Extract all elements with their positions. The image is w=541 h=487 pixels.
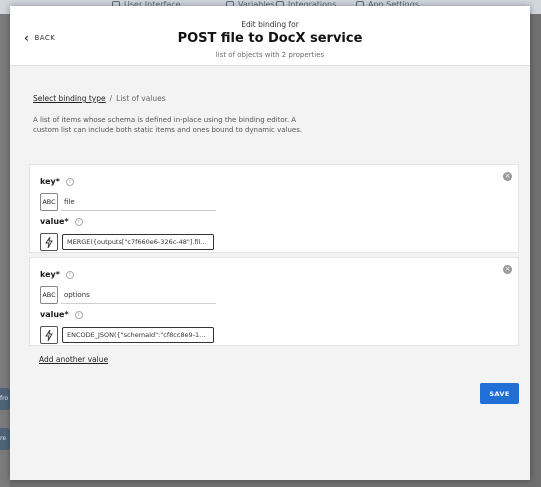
save-button[interactable]: SAVE [480,383,519,404]
value-label-text: value* [40,310,69,319]
breadcrumb-separator: / [109,94,113,103]
lightning-icon[interactable] [40,326,58,344]
value-expression-field[interactable]: ENCODE_JSON({"schemaId":"cf8cc8e9-1… [62,327,214,343]
text-type-icon[interactable]: ABC [40,193,58,211]
list-item: key* i × ABC value* i MERGE({outputs["c7… [29,164,519,253]
add-another-value-link[interactable]: Add another value [39,355,108,364]
text-type-icon[interactable]: ABC [40,286,58,304]
breadcrumb-select-binding-type[interactable]: Select binding type [33,94,106,103]
list-item: key* i × ABC value* i ENCODE_JSON({"sche… [29,257,519,346]
modal-title: POST file to DocX service [177,31,363,46]
modal-header: ‹ BACK Edit binding for POST file to Doc… [10,6,530,66]
background-chip: re [0,428,10,450]
modal-subtitle: list of objects with 2 properties [215,51,325,59]
value-label-text: value* [40,217,69,226]
key-label-text: key* [40,177,60,186]
description-text: A list of items whose schema is defined … [33,116,303,134]
info-icon[interactable]: i [74,310,83,319]
key-input[interactable] [61,286,216,304]
info-icon[interactable]: i [74,217,83,226]
key-label: key* i [40,177,74,186]
background-left-panel [0,14,10,487]
lightning-icon[interactable] [40,233,58,251]
modal-pretitle: Edit binding for [241,20,299,29]
info-icon[interactable]: i [65,177,74,186]
value-label: value* i [40,310,83,319]
breadcrumb: Select binding type / List of values [33,94,166,103]
value-expression-field[interactable]: MERGE({outputs["c7f660e6-326c-48"].files… [62,234,214,250]
key-label: key* i [40,270,74,279]
breadcrumb-current: List of values [116,94,166,103]
value-label: value* i [40,217,83,226]
key-label-text: key* [40,270,60,279]
edit-binding-modal: ‹ BACK Edit binding for POST file to Doc… [10,6,530,480]
remove-item-icon[interactable]: × [503,265,512,274]
remove-item-icon[interactable]: × [503,172,512,181]
key-input[interactable] [61,193,216,211]
background-chip: fro [0,388,10,410]
info-icon[interactable]: i [65,270,74,279]
